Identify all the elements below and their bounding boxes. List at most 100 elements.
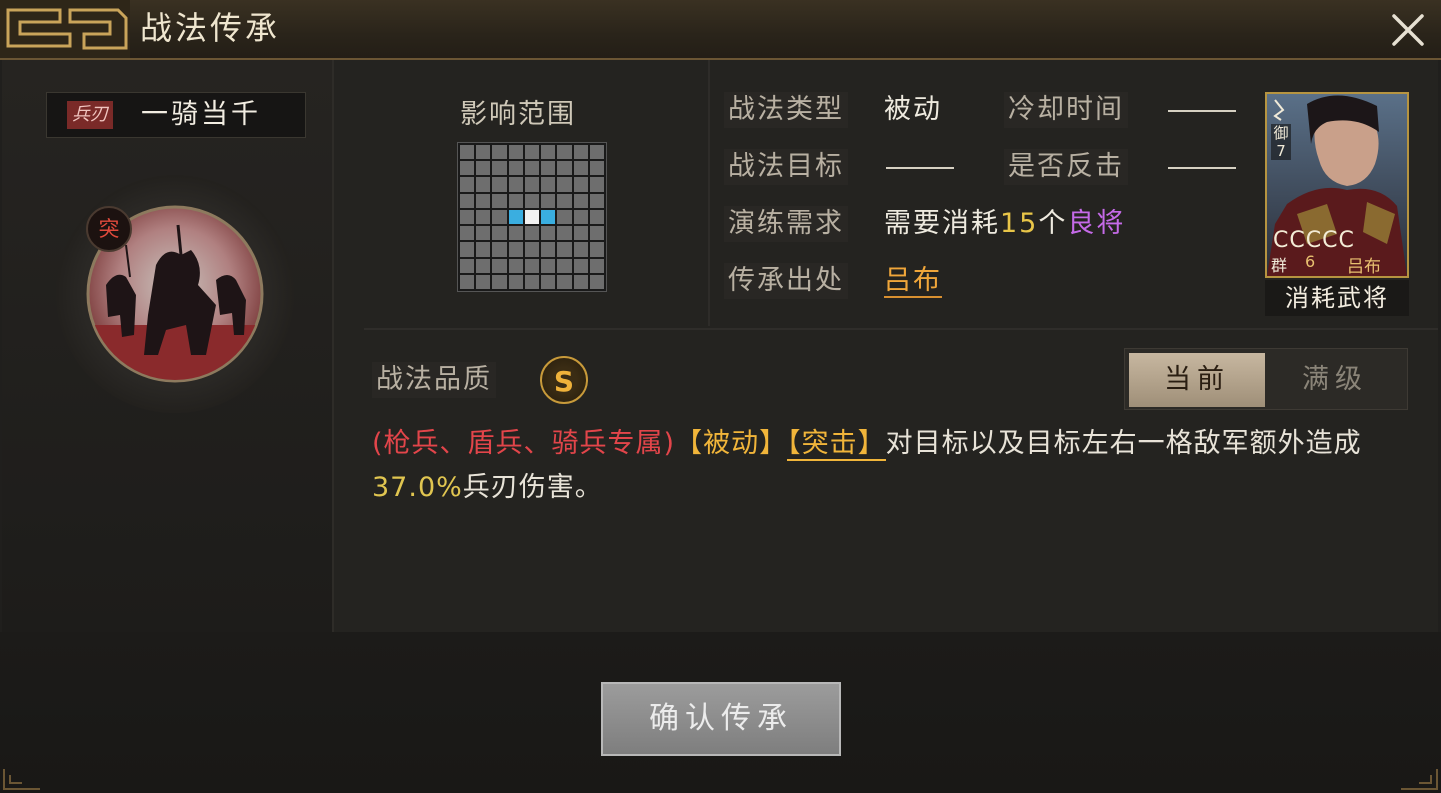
- grid-cell: [541, 226, 556, 241]
- drill-value: 需要消耗15个良将: [884, 206, 1125, 242]
- grid-cell: [573, 161, 588, 176]
- grid-cell: [524, 193, 540, 208]
- card-badge: 御7: [1271, 124, 1291, 160]
- grid-cell: [476, 145, 491, 160]
- grid-cell: [541, 193, 556, 208]
- grid-cell: [476, 242, 491, 257]
- grid-cell-affected: [508, 209, 523, 225]
- desc-charge-tag[interactable]: 【突击】: [787, 428, 886, 461]
- vertical-divider: [708, 60, 710, 326]
- grid-cell: [476, 161, 491, 176]
- card-stars: CCCCC: [1273, 228, 1355, 253]
- counter-label: 是否反击: [1004, 149, 1128, 185]
- grid-cell: [524, 242, 540, 257]
- grid-cell: [476, 209, 491, 225]
- grid-cell: [573, 193, 588, 208]
- target-value-dash: [886, 167, 954, 169]
- grid-cell: [541, 242, 556, 257]
- desc-text1: 对目标以及目标左右一格敌军额外造成: [885, 428, 1362, 459]
- grid-cell: [524, 177, 540, 192]
- grid-cell: [573, 145, 588, 160]
- desc-restriction: (枪兵、盾兵、骑兵专属): [372, 428, 676, 459]
- grid-cell: [460, 242, 475, 257]
- type-label: 战法类型: [724, 92, 848, 128]
- confirm-inherit-button[interactable]: 确认传承: [601, 682, 841, 756]
- grid-cell: [589, 161, 604, 176]
- grid-cell: [460, 161, 475, 176]
- grid-cell-self: [524, 209, 540, 225]
- source-label: 传承出处: [724, 263, 848, 299]
- grid-cell: [524, 226, 540, 241]
- grid-cell: [541, 161, 556, 176]
- grid-cell: [524, 161, 540, 176]
- grid-cell: [492, 193, 507, 208]
- skill-name: 一骑当千: [141, 99, 261, 130]
- grid-cell: [557, 274, 572, 289]
- grid-cell: [476, 193, 491, 208]
- grid-cell: [573, 274, 588, 289]
- toggle-current[interactable]: 当前: [1129, 353, 1265, 407]
- grid-cell: [492, 177, 507, 192]
- grid-cell: [557, 177, 572, 192]
- grid-cell: [589, 274, 604, 289]
- grid-cell: [508, 274, 523, 289]
- grid-cell: [557, 242, 572, 257]
- grid-cell: [589, 258, 604, 273]
- grid-cell: [541, 274, 556, 289]
- range-label: 影响范围: [460, 99, 576, 130]
- desc-passive-tag: 【被动】: [675, 428, 788, 459]
- grid-cell: [508, 258, 523, 273]
- grid-cell-affected: [541, 209, 556, 225]
- grid-cell: [492, 226, 507, 241]
- corner-ornament-icon: [1401, 769, 1438, 790]
- grid-cell: [508, 242, 523, 257]
- grid-cell: [589, 209, 604, 225]
- grid-cell: [557, 226, 572, 241]
- drill-prefix: 需要消耗: [884, 208, 1000, 239]
- grid-cell: [573, 209, 588, 225]
- grid-cell: [492, 258, 507, 273]
- card-name: 吕布: [1347, 257, 1381, 277]
- card-cost: 6: [1305, 252, 1316, 271]
- grid-cell: [589, 226, 604, 241]
- dialog-frame: 战法传承 兵刃 一骑当千 突 影响范围 战法类型 被动 冷却时间 战法目标 是否…: [0, 0, 1441, 793]
- grid-cell: [573, 177, 588, 192]
- level-toggle: 当前 满级: [1124, 348, 1408, 410]
- toggle-max[interactable]: 满级: [1267, 353, 1403, 407]
- grid-cell: [573, 242, 588, 257]
- grid-cell: [557, 258, 572, 273]
- title-bar: 战法传承: [0, 0, 1441, 60]
- grid-cell: [460, 145, 475, 160]
- grid-cell: [557, 145, 572, 160]
- counter-value-dash: [1168, 167, 1236, 169]
- grid-cell: [492, 274, 507, 289]
- card-caption: 消耗武将: [1265, 280, 1409, 316]
- grid-cell: [492, 209, 507, 225]
- skill-description: (枪兵、盾兵、骑兵专属)【被动】【突击】对目标以及目标左右一格敌军额外造成 37.…: [372, 422, 1402, 510]
- general-card[interactable]: 御7 CCCCC 群 6 吕布: [1265, 92, 1409, 278]
- range-grid: [457, 142, 607, 292]
- grid-cell: [524, 145, 540, 160]
- window-title: 战法传承: [140, 9, 281, 47]
- cooldown-value-dash: [1168, 110, 1236, 112]
- skill-name-box: 兵刃 一骑当千: [46, 92, 306, 138]
- close-icon[interactable]: [1388, 10, 1428, 50]
- grid-cell: [508, 161, 523, 176]
- grid-cell: [573, 258, 588, 273]
- grid-cell: [508, 193, 523, 208]
- grid-cell: [541, 177, 556, 192]
- grid-cell: [524, 274, 540, 289]
- desc-percent: 37.0%: [372, 472, 463, 503]
- title-ornament-icon: [0, 0, 130, 58]
- cooldown-label: 冷却时间: [1004, 92, 1128, 128]
- quality-grade-badge: S: [540, 356, 588, 404]
- source-value[interactable]: 吕布: [884, 263, 942, 299]
- grid-cell: [589, 177, 604, 192]
- source-link[interactable]: 吕布: [884, 265, 942, 298]
- grid-cell: [476, 274, 491, 289]
- grid-cell: [460, 258, 475, 273]
- grid-cell: [589, 193, 604, 208]
- grid-cell: [508, 226, 523, 241]
- grid-cell: [460, 177, 475, 192]
- grid-cell: [460, 209, 475, 225]
